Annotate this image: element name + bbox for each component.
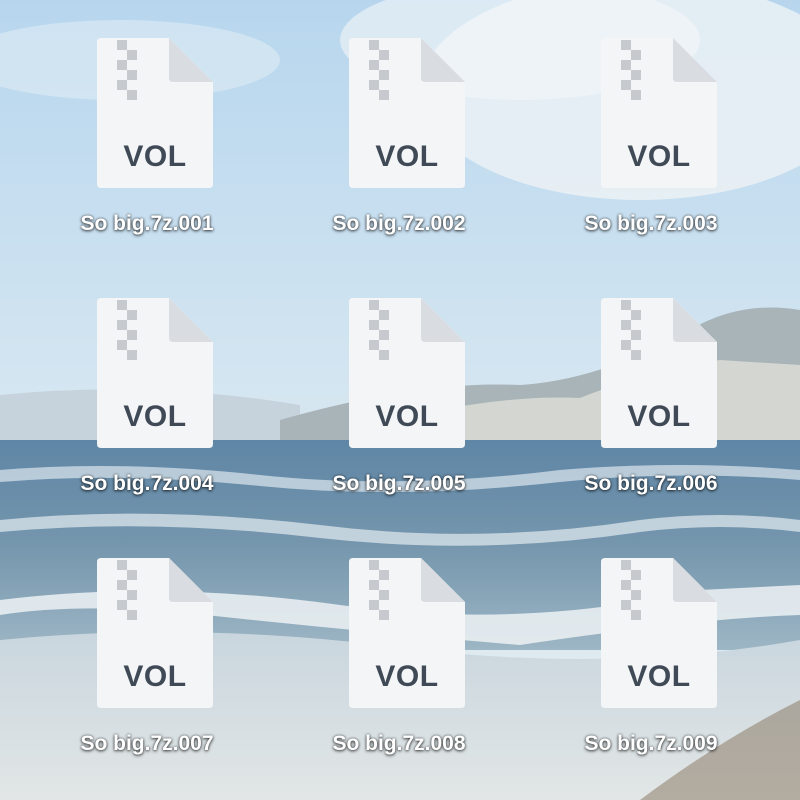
file-type-label: VOL (375, 400, 439, 433)
file-icon-008[interactable]: VOL So big.7z.008 (299, 558, 499, 788)
file-icon-002[interactable]: VOL So big.7z.002 (299, 38, 499, 268)
file-type-label: VOL (123, 140, 187, 173)
file-type-label: VOL (627, 660, 691, 693)
file-name-label[interactable]: So big.7z.008 (299, 732, 499, 756)
file-icon-004[interactable]: VOL So big.7z.004 (47, 298, 247, 528)
desktop-icon-grid: VOL So big.7z.001 VOL So big.7z.002 VOL … (0, 0, 800, 800)
file-icon-001[interactable]: VOL So big.7z.001 (47, 38, 247, 268)
file-type-label: VOL (123, 400, 187, 433)
file-icon-009[interactable]: VOL So big.7z.009 (551, 558, 751, 788)
file-type-label: VOL (123, 660, 187, 693)
zip-archive-document-icon: VOL (601, 298, 717, 448)
zip-archive-document-icon: VOL (97, 558, 213, 708)
file-name-label[interactable]: So big.7z.006 (551, 472, 751, 496)
zip-archive-document-icon: VOL (601, 558, 717, 708)
file-name-label[interactable]: So big.7z.004 (47, 472, 247, 496)
desktop: VOL So big.7z.001 VOL So big.7z.002 VOL … (0, 0, 800, 800)
zip-archive-document-icon: VOL (349, 558, 465, 708)
file-icon-003[interactable]: VOL So big.7z.003 (551, 38, 751, 268)
zip-archive-document-icon: VOL (349, 38, 465, 188)
file-icon-006[interactable]: VOL So big.7z.006 (551, 298, 751, 528)
file-type-label: VOL (375, 140, 439, 173)
file-name-label[interactable]: So big.7z.001 (47, 212, 247, 236)
file-name-label[interactable]: So big.7z.007 (47, 732, 247, 756)
zip-archive-document-icon: VOL (97, 38, 213, 188)
file-name-label[interactable]: So big.7z.003 (551, 212, 751, 236)
file-type-label: VOL (375, 660, 439, 693)
zip-archive-document-icon: VOL (97, 298, 213, 448)
file-icon-007[interactable]: VOL So big.7z.007 (47, 558, 247, 788)
file-name-label[interactable]: So big.7z.009 (551, 732, 751, 756)
file-type-label: VOL (627, 400, 691, 433)
zip-archive-document-icon: VOL (349, 298, 465, 448)
file-name-label[interactable]: So big.7z.002 (299, 212, 499, 236)
zip-archive-document-icon: VOL (601, 38, 717, 188)
file-name-label[interactable]: So big.7z.005 (299, 472, 499, 496)
file-icon-005[interactable]: VOL So big.7z.005 (299, 298, 499, 528)
file-type-label: VOL (627, 140, 691, 173)
